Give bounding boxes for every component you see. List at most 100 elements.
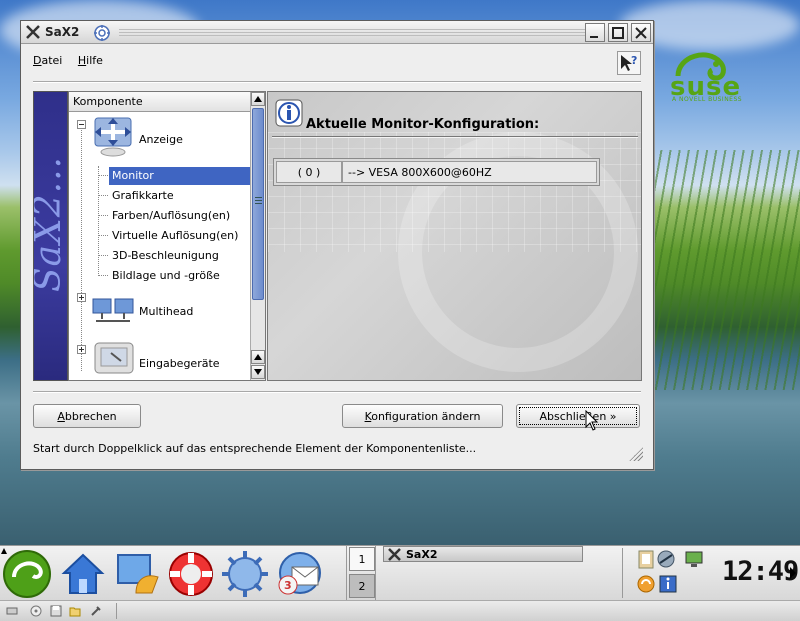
help-lifebuoy-icon[interactable] [166, 549, 216, 599]
grip-line [255, 203, 262, 204]
task-title: SaX2 [406, 548, 438, 561]
tree-line [98, 166, 99, 274]
floppy-icon[interactable] [50, 605, 62, 617]
gear-icon [94, 25, 110, 41]
panel-title: Aktuelle Monitor-Konfiguration: [306, 117, 540, 132]
tree-item-bildlage[interactable]: Bildlage und -größe [112, 269, 220, 282]
grip-line [255, 200, 262, 201]
monitor-list[interactable]: ( 0 ) --> VESA 800X600@60HZ [273, 158, 600, 186]
updater-icon[interactable] [636, 574, 656, 594]
arrow-down-icon [254, 369, 262, 375]
tree-line [98, 195, 108, 196]
scroll-up-button[interactable] [251, 92, 265, 106]
monitor-tray-icon[interactable] [684, 549, 704, 569]
title-bar[interactable]: SaX2 [21, 21, 653, 44]
bar-separator [116, 603, 117, 619]
menu-bar: Datei Hilfe [33, 54, 115, 72]
tree-item-3d-beschleunigung[interactable]: 3D-Beschleunigung [112, 249, 219, 262]
tree-item-virtuelle-aufloesung[interactable]: Virtuelle Auflösung(en) [112, 229, 238, 242]
whats-this-icon: ? [621, 54, 637, 71]
folder-icon[interactable] [69, 605, 81, 617]
klipper-clipboard-icon[interactable] [636, 549, 656, 569]
title-stripes [119, 29, 585, 37]
grip-line [255, 197, 262, 198]
pager-desktop-2[interactable]: 2 [349, 574, 375, 598]
minimize-button[interactable] [585, 23, 605, 42]
tree-line [98, 175, 108, 176]
desktop-pager: 1 2 [346, 546, 376, 601]
tree-item-monitor[interactable]: Monitor [109, 167, 251, 185]
panel-arrow-right-icon[interactable] [788, 566, 798, 580]
control-center-icon[interactable] [112, 549, 162, 599]
tree-column-header[interactable]: Komponente [69, 92, 251, 112]
drive-icon[interactable] [6, 605, 18, 617]
tree-group-multihead[interactable]: Multihead [139, 305, 193, 318]
tree-item-grafikkarte[interactable]: Grafikkarte [112, 189, 174, 202]
svg-text:3: 3 [284, 579, 292, 592]
suse-logo-subtitle: A NOVELL BUSINESS [672, 96, 743, 103]
maximize-button[interactable] [608, 23, 628, 42]
tree-group-eingabegeraete[interactable]: Eingabegeräte [139, 357, 220, 370]
tree-item-farben[interactable]: Farben/Auflösung(en) [112, 209, 230, 222]
reeds-decoration [630, 150, 800, 390]
monitor-index: ( 0 ) [276, 161, 342, 183]
menu-datei[interactable]: Datei [33, 54, 62, 67]
expand-eingabe-toggle[interactable] [77, 345, 86, 354]
menu-hilfe[interactable]: Hilfe [78, 54, 103, 67]
info-icon [275, 99, 303, 127]
tree-line [98, 255, 108, 256]
arrow-up-icon [254, 354, 262, 360]
window-title: SaX2 [45, 25, 80, 39]
change-configuration-button[interactable]: Konfiguration ändern [342, 404, 503, 428]
resize-grip[interactable] [629, 447, 643, 461]
monitor-entry[interactable]: --> VESA 800X600@60HZ [342, 161, 597, 183]
scroll-up-button-lower[interactable] [251, 350, 265, 364]
cd-icon[interactable] [30, 605, 42, 617]
multihead-icon [92, 298, 134, 322]
tree-line [98, 275, 108, 276]
kde-panel: 3 1 2 SaX2 12:49 [0, 545, 800, 601]
svg-text:?: ? [631, 54, 637, 67]
collapse-anzeige-toggle[interactable] [77, 120, 86, 129]
status-text: Start durch Doppelklick auf das entsprec… [33, 442, 477, 455]
clock[interactable]: 12:49 [722, 556, 799, 587]
scrollbar-thumb[interactable] [252, 108, 264, 300]
expand-multihead-toggle[interactable] [77, 293, 86, 302]
home-icon[interactable] [58, 549, 108, 599]
tree-line [81, 126, 82, 371]
taskbar-entry-sax2[interactable]: SaX2 [383, 546, 583, 562]
browser-gear-icon[interactable] [220, 549, 270, 599]
tray-separator [622, 548, 630, 598]
cancel-button[interactable]: Abbrechen [33, 404, 141, 428]
suse-menu-icon[interactable] [2, 549, 52, 599]
x-window-icon[interactable] [26, 25, 40, 39]
separator [33, 81, 641, 83]
external-taskbar [0, 600, 800, 621]
maximize-icon [612, 27, 624, 39]
minimize-icon [590, 36, 598, 38]
tools-icon[interactable] [90, 605, 102, 617]
input-devices-icon [94, 342, 134, 374]
banner-text: SaX2... [33, 156, 68, 292]
network-icon[interactable] [656, 549, 676, 569]
monitor-config-panel: Aktuelle Monitor-Konfiguration: ( 0 ) --… [267, 91, 642, 381]
pager-desktop-1[interactable]: 1 [349, 547, 375, 571]
mail-icon[interactable]: 3 [274, 549, 324, 599]
close-button[interactable] [631, 23, 651, 42]
display-icon [94, 117, 132, 157]
finish-button[interactable]: Abschließen » [516, 404, 640, 428]
x-window-icon [388, 548, 401, 561]
scroll-down-button[interactable] [251, 365, 265, 379]
tree-group-anzeige[interactable]: Anzeige [139, 133, 183, 146]
arrow-up-icon [254, 96, 262, 102]
info-tray-icon[interactable] [658, 574, 678, 594]
whats-this-button[interactable]: ? [617, 51, 641, 75]
separator [33, 391, 641, 393]
tree-scrollbar[interactable] [250, 92, 265, 380]
mouse-cursor-icon [585, 410, 599, 431]
panel-separator [272, 136, 638, 138]
tree-line [98, 235, 108, 236]
tree-line [98, 215, 108, 216]
close-icon [635, 27, 647, 39]
component-tree[interactable]: Komponente Anzeige Monitor Grafikkarte F… [68, 91, 266, 381]
